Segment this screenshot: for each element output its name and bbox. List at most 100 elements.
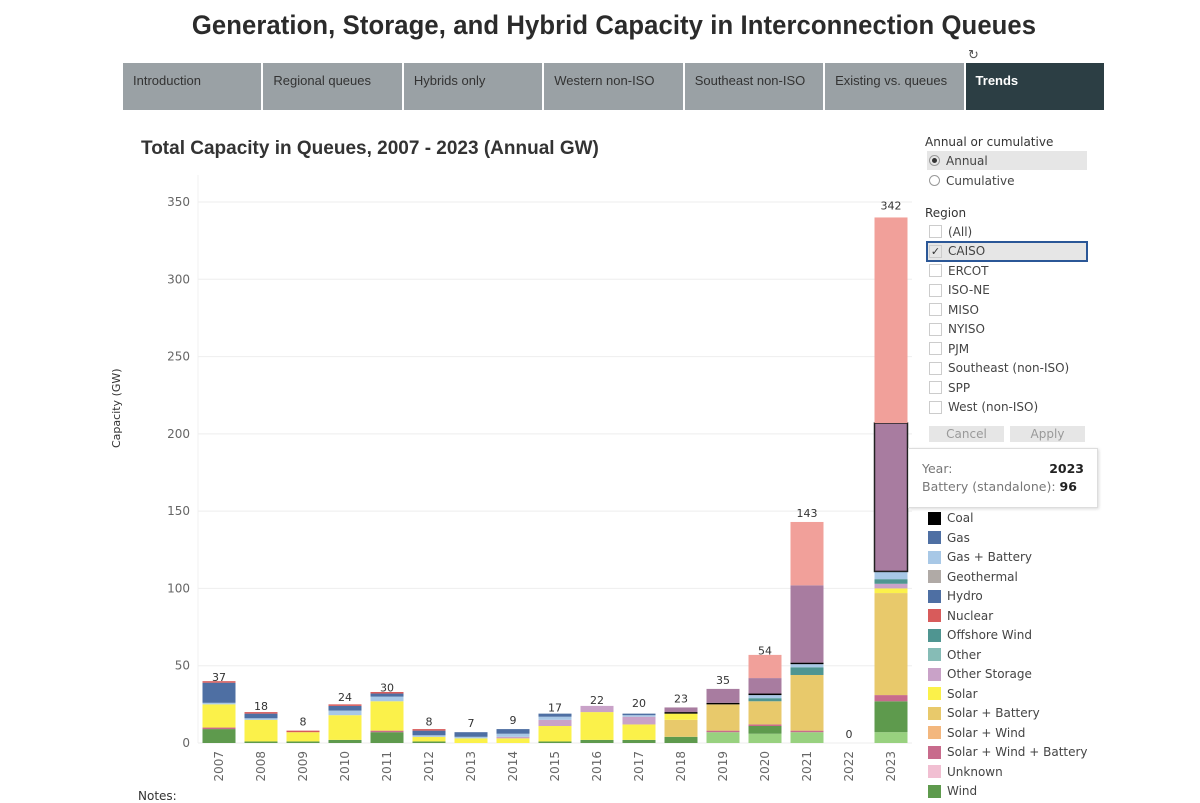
checkbox-icon[interactable] [929, 322, 942, 336]
bar-segment[interactable] [790, 667, 824, 675]
legend-item[interactable]: Other [928, 646, 981, 664]
bar-segment[interactable] [790, 521, 824, 586]
bar-segment[interactable] [412, 735, 446, 737]
bar-segment[interactable] [664, 719, 698, 737]
legend-item[interactable]: Solar [928, 685, 978, 703]
bar-segment[interactable] [328, 710, 362, 716]
bar-segment[interactable] [748, 695, 782, 699]
region-option-spp[interactable]: SPP [927, 378, 1087, 397]
bar-segment[interactable] [874, 732, 908, 743]
bar-segment[interactable] [370, 701, 404, 731]
bar-segment[interactable] [202, 729, 236, 743]
region-option-ercot[interactable]: ERCOT [927, 261, 1087, 280]
bar-segment[interactable] [244, 741, 278, 743]
bar-segment[interactable] [874, 588, 908, 594]
bar-segment[interactable] [874, 571, 908, 580]
bar-segment[interactable] [664, 736, 698, 743]
radio-icon[interactable] [929, 175, 940, 186]
bar-segment[interactable] [706, 702, 740, 705]
bar-segment[interactable] [874, 217, 908, 424]
legend-item[interactable]: Solar + Battery [928, 704, 1040, 722]
bar-segment[interactable] [370, 696, 404, 702]
mode-option-cumulative[interactable]: Cumulative [927, 171, 1087, 190]
bar-segment[interactable] [706, 704, 740, 731]
region-option-caiso[interactable]: ✓ CAISO [926, 240, 1088, 262]
legend-item[interactable]: Gas + Battery [928, 548, 1032, 566]
region-option-west-non-iso[interactable]: West (non-ISO) [927, 398, 1087, 417]
checkbox-icon[interactable] [929, 400, 942, 414]
bar-segment[interactable] [538, 741, 572, 743]
bar-segment[interactable] [664, 712, 698, 714]
legend-item[interactable]: Solar + Wind + Battery [928, 743, 1088, 761]
legend-item[interactable]: Solar + Wind [928, 724, 1025, 742]
bar-segment[interactable] [328, 739, 362, 743]
bar-segment[interactable] [244, 719, 278, 742]
bar-segment[interactable] [370, 732, 404, 743]
bar-segment[interactable] [748, 733, 782, 743]
legend-item[interactable]: Unknown [928, 763, 1003, 781]
bar-segment[interactable] [202, 727, 236, 730]
legend-item[interactable]: Nuclear [928, 607, 993, 625]
bar-segment[interactable] [874, 701, 908, 733]
legend-item[interactable]: Coal [928, 509, 973, 527]
checkbox-checked-icon[interactable]: ✓ [929, 244, 942, 258]
bar-segment[interactable] [580, 712, 614, 740]
region-option-miso[interactable]: MISO [927, 300, 1087, 319]
legend-item[interactable]: Other Storage [928, 665, 1032, 683]
cancel-button[interactable]: Cancel [929, 426, 1004, 442]
bar-segment[interactable] [790, 585, 824, 663]
bar-segment[interactable] [748, 693, 782, 696]
checkbox-icon[interactable] [929, 283, 942, 297]
bar-segment[interactable] [622, 724, 656, 740]
region-option-all[interactable]: (All) [927, 222, 1087, 241]
bar-segment[interactable] [370, 730, 404, 733]
bar-segment[interactable] [748, 724, 782, 726]
checkbox-icon[interactable] [929, 342, 942, 355]
bar-segment[interactable] [790, 732, 824, 743]
bar-segment[interactable] [873, 422, 909, 573]
bar-segment[interactable] [454, 736, 488, 739]
bar-segment[interactable] [748, 698, 782, 702]
legend-item[interactable]: Gas [928, 529, 970, 547]
checkbox-icon[interactable] [929, 264, 942, 277]
bar-segment[interactable] [790, 674, 824, 731]
bar-segment[interactable] [328, 704, 362, 706]
bar-segment[interactable] [874, 593, 908, 696]
bar-segment[interactable] [748, 701, 782, 725]
bar-segment[interactable] [748, 725, 782, 734]
bar-segment[interactable] [622, 739, 656, 743]
apply-button[interactable]: Apply [1010, 426, 1085, 442]
legend-item[interactable]: Offshore Wind [928, 626, 1032, 644]
bar-segment[interactable] [874, 583, 908, 589]
bar-segment[interactable] [622, 716, 656, 725]
bar-segment[interactable] [748, 654, 782, 679]
bar-segment[interactable] [664, 707, 698, 713]
bar-segment[interactable] [286, 741, 320, 743]
bar-segment[interactable] [790, 730, 824, 733]
bar-segment[interactable] [202, 702, 236, 705]
legend-item[interactable]: Hydro [928, 587, 983, 605]
checkbox-icon[interactable] [929, 381, 942, 394]
region-option-iso-ne[interactable]: ISO-NE [927, 281, 1087, 300]
bar-segment[interactable] [538, 725, 572, 742]
checkbox-icon[interactable] [929, 303, 942, 316]
bar-segment[interactable] [244, 718, 278, 720]
legend-item[interactable]: Geothermal [928, 568, 1018, 586]
checkbox-icon[interactable] [929, 225, 942, 238]
bar-segment[interactable] [538, 716, 572, 720]
bar-segment[interactable] [706, 688, 740, 703]
bar-segment[interactable] [622, 715, 656, 717]
bar-segment[interactable] [496, 738, 530, 743]
bar-segment[interactable] [538, 719, 572, 726]
checkbox-icon[interactable] [929, 361, 942, 375]
bar-segment[interactable] [412, 729, 446, 731]
bar-segment[interactable] [244, 713, 278, 719]
bar-segment[interactable] [286, 730, 320, 733]
bar-segment[interactable] [748, 678, 782, 694]
region-option-southeast-non-iso[interactable]: Southeast (non-ISO) [927, 359, 1087, 378]
bar-segment[interactable] [790, 664, 824, 668]
bar-segment[interactable] [328, 715, 362, 740]
bar-segment[interactable] [454, 732, 488, 737]
bar-segment[interactable] [412, 741, 446, 743]
bar-segment[interactable] [706, 730, 740, 733]
